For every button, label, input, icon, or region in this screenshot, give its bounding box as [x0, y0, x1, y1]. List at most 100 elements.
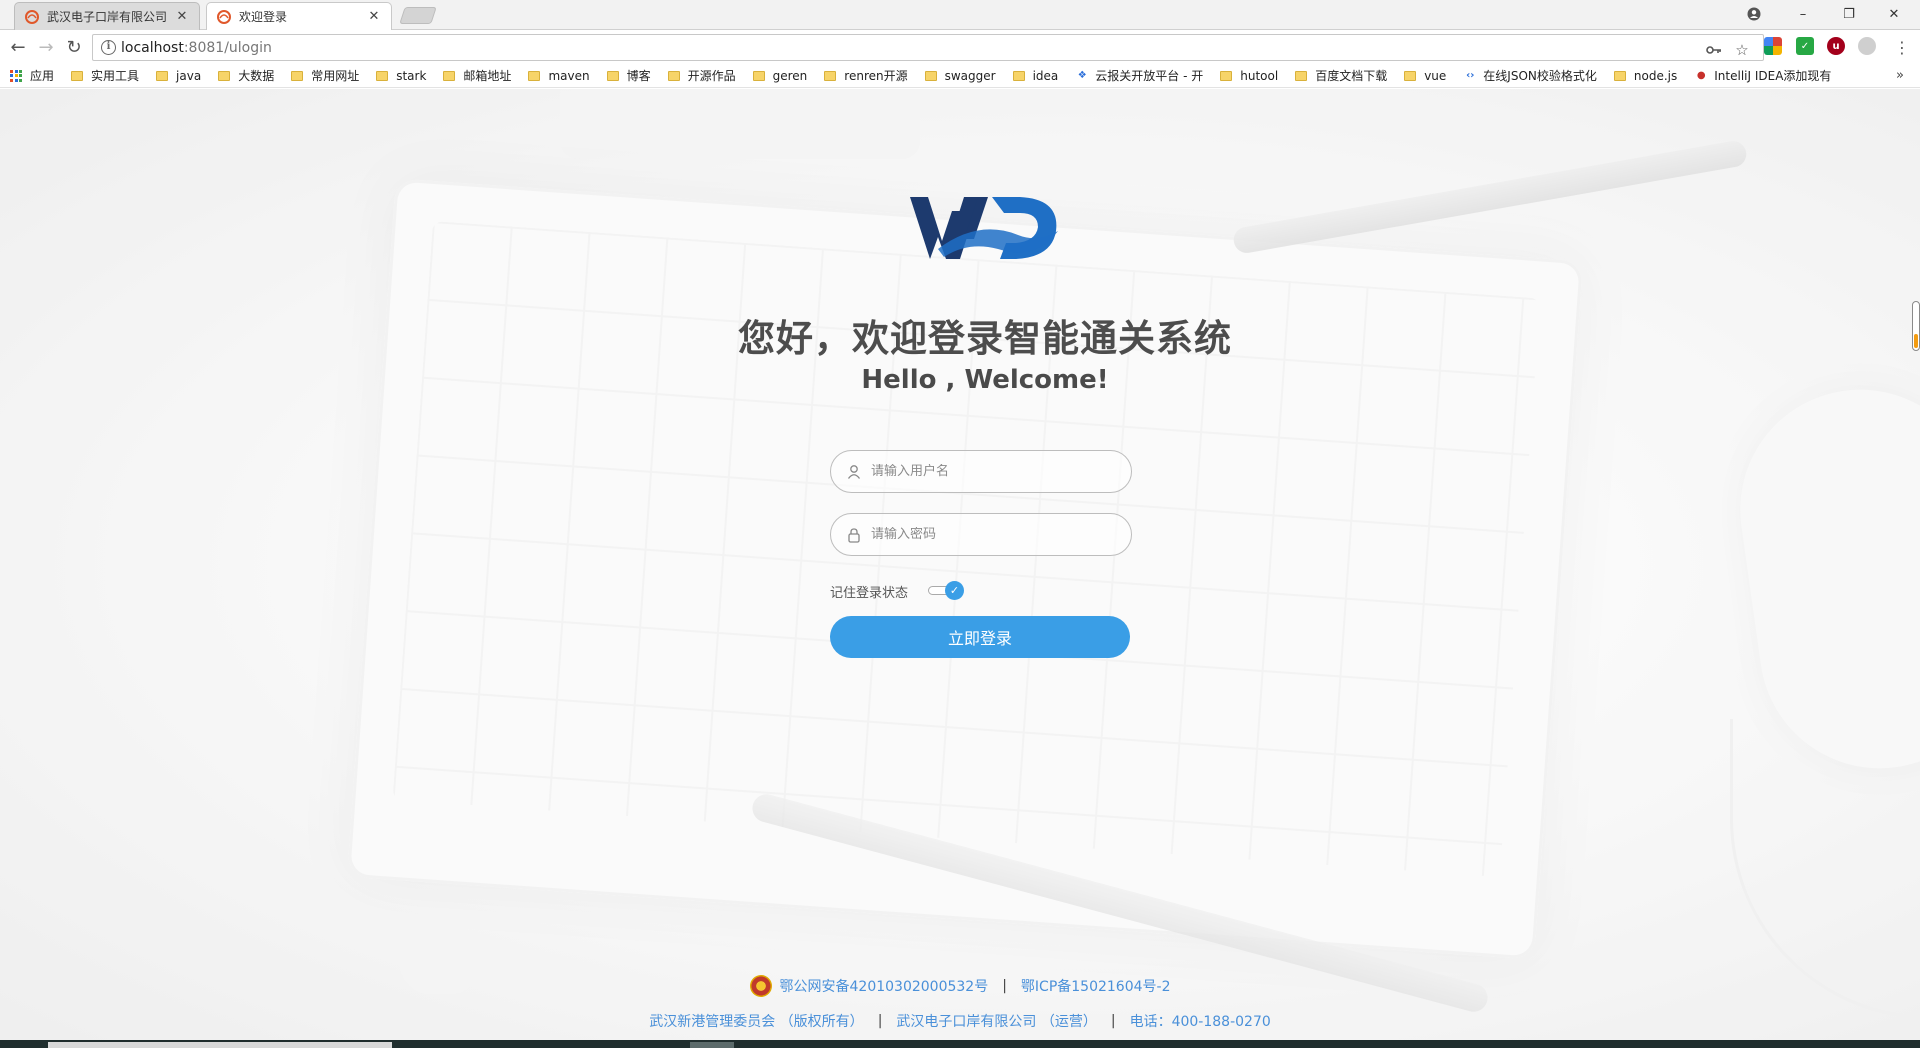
extension-gray-icon[interactable] — [1858, 37, 1876, 55]
bookmark-label: geren — [772, 68, 808, 83]
username-input[interactable] — [871, 464, 1111, 479]
bookmark-folder[interactable]: 大数据 — [218, 67, 274, 84]
taskbar-item[interactable] — [48, 1042, 392, 1048]
side-scroll-indicator[interactable] — [1912, 301, 1920, 351]
new-tab-button[interactable] — [399, 7, 437, 24]
site-info-icon[interactable]: i — [101, 40, 116, 55]
bookmark-folder[interactable]: renren开源 — [824, 67, 908, 84]
url-host: localhost — [121, 39, 184, 56]
password-field[interactable] — [830, 513, 1132, 556]
bookmark-label: maven — [548, 68, 590, 83]
remember-login-label: 记住登录状态 — [830, 586, 909, 601]
password-input[interactable] — [871, 527, 1111, 542]
taskbar-item[interactable] — [690, 1042, 734, 1048]
bookmark-folder[interactable]: 常用网址 — [291, 67, 359, 84]
folder-icon — [1404, 70, 1417, 81]
profile-icon[interactable] — [1732, 0, 1776, 28]
key-icon[interactable] — [1705, 41, 1723, 59]
bookmark-folder[interactable]: vue — [1404, 69, 1446, 83]
folder-icon — [824, 70, 837, 81]
site-favicon-icon — [25, 9, 39, 24]
site-favicon-icon — [217, 9, 231, 24]
owner-text: 武汉新港管理委员会 （版权所有） — [649, 1014, 864, 1030]
tab-wuhan-eport[interactable]: 武汉电子口岸有限公司 ✕ — [14, 2, 200, 30]
bookmark-folder[interactable]: swagger — [924, 68, 996, 83]
bookmark-folder[interactable]: node.js — [1613, 68, 1678, 83]
bookmark-label: 在线JSON校验格式化 — [1483, 69, 1597, 83]
bookmark-folder[interactable]: java — [156, 69, 201, 83]
bookmark-label: 常用网址 — [311, 69, 360, 83]
bookmark-folder[interactable]: 实用工具 — [71, 67, 139, 84]
company-logo — [910, 197, 1058, 259]
lock-icon — [848, 528, 860, 543]
page-subtitle: Hello , Welcome! — [861, 365, 1109, 395]
bookmark-folder[interactable]: geren — [752, 68, 808, 83]
bookmark-label: renren开源 — [844, 69, 908, 83]
bookmark-label: hutool — [1240, 68, 1279, 83]
bookmark-label: 博客 — [626, 69, 651, 83]
folder-icon — [218, 70, 231, 81]
folder-icon — [606, 70, 619, 81]
icp-record-link[interactable]: 鄂ICP备15021604号-2 — [1021, 976, 1171, 996]
folder-icon — [1613, 70, 1626, 81]
bookmark-folder[interactable]: stark — [376, 69, 426, 83]
bookmark-folder[interactable]: maven — [528, 68, 590, 83]
tab-title: 武汉电子口岸有限公司 — [47, 10, 168, 24]
bookmark-folder[interactable]: 博客 — [606, 67, 651, 84]
folder-icon — [667, 70, 680, 81]
bookmark-apps[interactable]: 应用 — [10, 67, 54, 84]
folder-icon — [156, 70, 169, 81]
bookmark-label: 大数据 — [238, 69, 275, 83]
bookmark-label: idea — [1032, 68, 1059, 83]
bookmark-star-icon[interactable]: ☆ — [1733, 41, 1751, 59]
bookmark-label: 实用工具 — [91, 69, 140, 83]
folder-icon — [1012, 70, 1025, 81]
login-button[interactable]: 立即登录 — [830, 616, 1130, 658]
police-badge-icon — [749, 975, 772, 997]
csdn-icon: ● — [1696, 70, 1706, 81]
extension-shield-icon[interactable]: ✓ — [1796, 37, 1814, 55]
footer-copyright: 武汉新港管理委员会 （版权所有） | 武汉电子口岸有限公司 （运营） | 电话：… — [649, 1013, 1271, 1030]
bookmark-folder[interactable]: 邮箱地址 — [443, 67, 511, 84]
folder-icon — [443, 70, 456, 81]
tab-close-icon[interactable]: ✕ — [367, 9, 381, 24]
tab-welcome-login[interactable]: 欢迎登录 ✕ — [206, 2, 392, 30]
bookmark-label: IntelliJ IDEA添加现有 — [1714, 69, 1832, 83]
bookmark-label: node.js — [1633, 68, 1678, 83]
reload-icon[interactable]: ↻ — [62, 35, 86, 59]
menu-icon[interactable]: ⋮ — [1890, 35, 1914, 59]
bookmark-folder[interactable]: 百度文档下载 — [1295, 67, 1387, 84]
folder-icon — [291, 70, 304, 81]
remember-login-toggle[interactable]: ✓ — [928, 581, 968, 600]
bookmark-label: 云报关开放平台 - 开 — [1095, 69, 1204, 83]
bookmark-label: swagger — [944, 68, 996, 83]
extension-colorful-icon[interactable] — [1764, 37, 1782, 55]
apps-grid-icon — [10, 69, 22, 82]
minimize-button[interactable]: – — [1781, 0, 1825, 28]
police-record-link[interactable]: 鄂公网安备42010302000532号 — [780, 976, 989, 996]
ublock-icon[interactable]: u — [1827, 37, 1845, 55]
close-window-button[interactable]: ✕ — [1872, 0, 1916, 28]
username-field[interactable] — [830, 450, 1132, 493]
tab-close-icon[interactable]: ✕ — [175, 9, 189, 24]
bookmark-folder[interactable]: hutool — [1220, 69, 1278, 83]
user-icon — [847, 465, 861, 479]
bookmarks-overflow-icon[interactable]: » — [1896, 68, 1904, 83]
back-arrow-icon[interactable]: ← — [6, 35, 30, 59]
restore-button[interactable]: ❐ — [1827, 0, 1871, 28]
bookmark-link[interactable]: ❖ 云报关开放平台 - 开 — [1075, 67, 1203, 84]
address-bar[interactable]: i localhost:8081/ulogin ☆ — [92, 34, 1764, 61]
page-title: 您好，欢迎登录智能通关系统 — [738, 317, 1232, 360]
bookmark-link[interactable]: ● IntelliJ IDEA添加现有 — [1694, 67, 1832, 84]
bookmark-label: 应用 — [30, 69, 55, 83]
forward-arrow-icon[interactable]: → — [34, 35, 58, 59]
bookmark-label: 开源作品 — [687, 69, 736, 83]
bookmark-link[interactable]: ‹› 在线JSON校验格式化 — [1463, 67, 1597, 84]
folder-icon — [71, 70, 84, 81]
url-path: :8081/ulogin — [183, 39, 272, 56]
login-page: 您好，欢迎登录智能通关系统 Hello , Welcome! 记住登录状态 ✓ … — [0, 89, 1920, 1040]
bookmark-folder[interactable]: idea — [1012, 68, 1059, 83]
folder-icon — [1295, 70, 1308, 81]
os-taskbar — [0, 1040, 1920, 1048]
bookmark-folder[interactable]: 开源作品 — [667, 67, 736, 84]
